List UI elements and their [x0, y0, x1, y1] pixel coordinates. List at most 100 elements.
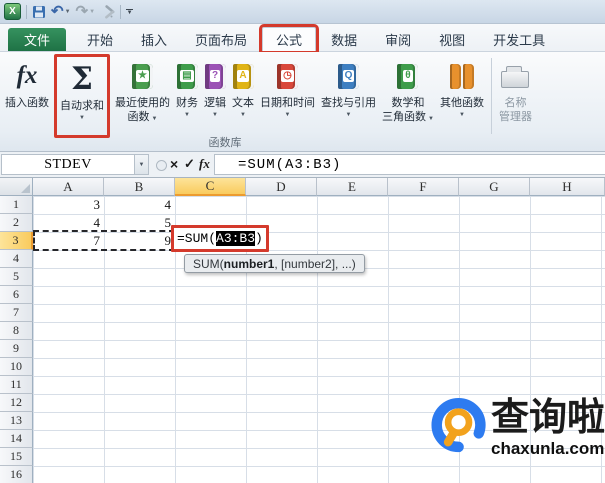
row-header-15[interactable]: 15	[0, 448, 33, 466]
book-icon: ▤	[176, 56, 198, 96]
column-header-e[interactable]: E	[317, 178, 388, 196]
undo-button[interactable]: ↶ ▼	[51, 2, 71, 22]
quick-access-toolbar: X ↶ ▼ ↷ ▼ ▼	[0, 0, 605, 24]
row-header-12[interactable]: 12	[0, 394, 33, 412]
button-label: 其他函数	[439, 97, 484, 109]
insert-function-icon[interactable]: fx	[199, 156, 210, 172]
column-header-d[interactable]: D	[246, 178, 317, 196]
row-header-11[interactable]: 11	[0, 376, 33, 394]
watermark: 查询啦 chaxunla.com	[431, 396, 605, 457]
chevron-down-icon: ▼	[345, 112, 352, 119]
logical-button[interactable]: ? 逻辑 ▼	[201, 54, 229, 138]
function-library-group: fx 插入函数 Σ 自动求和 ▼ ★ 最近使用的 函数 ▼ ▤ 财务 ▼? 逻辑 ▼ A 文本 ▼ ◷ 日期和时间 ▼…	[0, 52, 605, 138]
row-header-3[interactable]: 3	[0, 232, 33, 250]
collapse-dot-icon	[156, 160, 167, 171]
sigma-icon: Σ	[71, 60, 93, 97]
column-header-c[interactable]: C	[175, 178, 246, 196]
book-icon: θ	[397, 56, 419, 96]
tab-developer[interactable]: 开发工具	[480, 28, 558, 51]
tab-data[interactable]: 数据	[318, 28, 370, 51]
excel-logo-icon[interactable]: X	[4, 3, 21, 20]
text-button[interactable]: A 文本 ▼	[229, 54, 257, 138]
cancel-entry-icon[interactable]: ×	[170, 156, 178, 172]
select-all-corner[interactable]	[0, 178, 33, 196]
row-header-7[interactable]: 7	[0, 304, 33, 322]
row-header-9[interactable]: 9	[0, 340, 33, 358]
chevron-down-icon: ▼	[240, 112, 246, 119]
book-icon: ◷	[277, 56, 298, 96]
tab-file[interactable]: 文件	[8, 28, 66, 51]
watermark-domain: chaxunla.com	[491, 439, 605, 458]
chevron-down-icon: ▼	[151, 116, 158, 123]
chevron-down-icon: ▼	[458, 112, 465, 119]
name-box[interactable]: STDEV	[1, 154, 135, 175]
confirm-entry-icon[interactable]: ✓	[184, 156, 195, 172]
tooltip-prefix: SUM(	[193, 256, 224, 271]
column-header-f[interactable]: F	[388, 178, 459, 196]
column-header-g[interactable]: G	[459, 178, 530, 196]
chevron-down-icon: ▼	[79, 115, 85, 122]
column-header-b[interactable]: B	[104, 178, 175, 196]
row-header-1[interactable]: 1	[0, 196, 33, 214]
tools-icon[interactable]	[100, 2, 115, 22]
math-trig-button[interactable]: θ 数学和 三角函数 ▼	[379, 54, 437, 138]
name-box-dropdown[interactable]: ▼	[135, 154, 149, 175]
chevron-down-icon[interactable]: ▼	[65, 9, 71, 15]
date-time-button[interactable]: ◷ 日期和时间 ▼	[257, 54, 318, 138]
tab-formulas[interactable]: 公式	[259, 24, 320, 54]
divider	[120, 4, 122, 19]
formula-text: =SUM(A3:B3)	[238, 156, 342, 173]
function-tooltip: SUM(number1, [number2], ...)	[184, 254, 365, 273]
financial-button[interactable]: ▤ 财务 ▼	[173, 54, 201, 138]
button-label: 名称	[504, 97, 527, 109]
row-header-2[interactable]: 2	[0, 214, 33, 232]
redo-button[interactable]: ↷ ▼	[76, 2, 96, 22]
button-label: 数学和	[391, 97, 425, 109]
recently-used-functions-button[interactable]: ★ 最近使用的 函数 ▼	[112, 54, 173, 138]
formula-input[interactable]: =SUM(A3:B3)	[214, 154, 605, 175]
more-functions-button[interactable]: 其他函数 ▼	[437, 54, 487, 138]
chevron-down-icon[interactable]: ▼	[89, 9, 95, 15]
row-header-5[interactable]: 5	[0, 268, 33, 286]
column-header-h[interactable]: H	[530, 178, 605, 196]
chevron-down-icon: ▼	[184, 112, 190, 119]
books-icon	[449, 56, 474, 96]
cell-b1[interactable]: 4	[104, 196, 175, 214]
chevron-down-icon: ▼	[284, 112, 291, 119]
row-header-10[interactable]: 10	[0, 358, 33, 376]
selected-range-text: A3:B3	[216, 231, 256, 246]
insert-function-button[interactable]: fx 插入函数	[2, 54, 52, 138]
marching-ants-selection	[33, 230, 175, 251]
tab-view[interactable]: 视图	[426, 28, 478, 51]
redo-icon: ↷	[75, 3, 89, 20]
row-header-16[interactable]: 16	[0, 466, 33, 483]
tab-insert[interactable]: 插入	[128, 28, 180, 51]
save-icon[interactable]	[32, 2, 46, 22]
customize-toolbar-icon[interactable]: ▼	[126, 8, 134, 16]
autosum-button[interactable]: Σ 自动求和 ▼	[54, 54, 110, 138]
tab-review[interactable]: 审阅	[372, 28, 424, 51]
cell-a1[interactable]: 3	[33, 196, 104, 214]
name-manager-button[interactable]: 名称 管理器	[496, 54, 535, 138]
lookup-reference-button[interactable]: Q 查找与引用 ▼	[318, 54, 379, 138]
row-header-13[interactable]: 13	[0, 412, 33, 430]
row-header-14[interactable]: 14	[0, 430, 33, 448]
group-separator	[490, 58, 492, 134]
watermark-title: 查询啦	[491, 397, 605, 439]
book-icon: Q	[338, 56, 359, 96]
tab-strip: 开始 插入 页面布局 公式 数据 审阅 视图 开发工具	[74, 24, 558, 54]
drawer-icon	[501, 56, 530, 96]
cell-c3-edit[interactable]: =SUM(A3:B3)	[171, 225, 269, 252]
tab-home[interactable]: 开始	[74, 28, 126, 51]
row-header-4[interactable]: 4	[0, 250, 33, 268]
book-icon: ★	[132, 56, 153, 96]
column-header-a[interactable]: A	[33, 178, 104, 196]
ribbon-tabs: 文件 开始 插入 页面布局 公式 数据 审阅 视图 开发工具	[0, 24, 605, 54]
magnifier-logo-icon	[431, 397, 486, 453]
book-icon: ?	[204, 56, 226, 96]
button-label: 函数 ▼	[127, 111, 158, 124]
book-icon: A	[232, 56, 254, 96]
tab-page-layout[interactable]: 页面布局	[182, 28, 260, 51]
row-header-8[interactable]: 8	[0, 322, 33, 340]
row-header-6[interactable]: 6	[0, 286, 33, 304]
